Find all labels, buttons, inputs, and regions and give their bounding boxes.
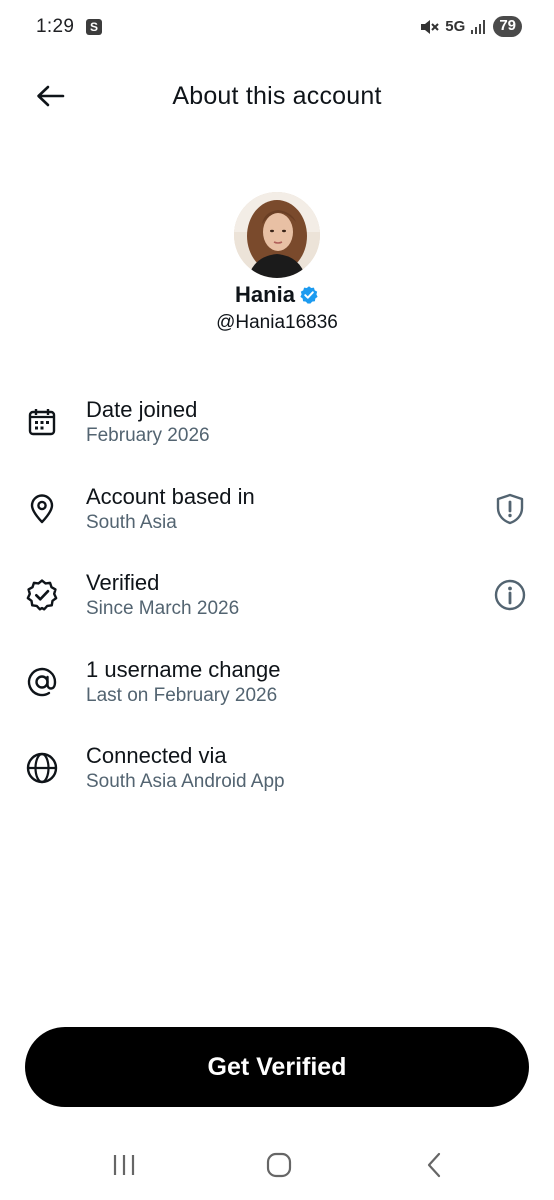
calendar-icon	[24, 404, 60, 440]
profile-handle: @Hania16836	[216, 312, 338, 333]
info-text: 1 username change Last on February 2026	[86, 656, 280, 708]
status-indicators: 5G 79	[419, 16, 522, 37]
avatar-image	[234, 192, 320, 278]
account-info-list: Date joined February 2026 Account based …	[0, 392, 554, 825]
mute-icon	[419, 18, 440, 36]
info-row-connected-via: Connected via South Asia Android App	[0, 738, 554, 825]
info-title: Verified	[86, 570, 160, 595]
info-icon[interactable]	[492, 577, 528, 613]
info-subtitle: South Asia	[86, 511, 177, 533]
status-time: 1:29	[36, 16, 75, 37]
info-row-username-change: 1 username change Last on February 2026	[0, 652, 554, 739]
info-title: Date joined	[86, 397, 198, 422]
info-text: Verified Since March 2026	[86, 569, 239, 621]
status-bar: 1:29 S 5G 79	[0, 0, 554, 56]
recents-icon[interactable]	[94, 1148, 154, 1182]
info-subtitle: February 2026	[86, 425, 210, 446]
info-row-date-joined: Date joined February 2026	[0, 392, 554, 479]
verified-seal-icon	[24, 577, 60, 613]
info-text: Account based in South Asia	[86, 483, 255, 535]
info-text: Connected via South Asia Android App	[86, 742, 285, 794]
shield-alert-icon[interactable]	[492, 491, 528, 527]
info-subtitle: Last on February 2026	[86, 684, 278, 706]
header: About this account	[0, 56, 554, 136]
info-title: Account based in	[86, 483, 255, 509]
profile-summary: Hania @Hania16836	[0, 192, 554, 334]
info-row-account-based-in: Account based in South Asia	[0, 479, 554, 566]
avatar[interactable]	[234, 192, 320, 278]
system-nav-bar	[0, 1130, 554, 1200]
verified-badge-icon	[299, 285, 319, 305]
info-title: Connected via	[86, 743, 227, 768]
home-icon[interactable]	[249, 1148, 309, 1182]
globe-icon	[24, 750, 60, 786]
info-subtitle: Since March 2026	[86, 598, 240, 619]
battery-indicator: 79	[493, 16, 522, 37]
back-icon[interactable]	[404, 1148, 464, 1182]
profile-name: Hania	[235, 282, 295, 307]
network-label: 5G	[445, 18, 466, 35]
app-notification-icon: S	[86, 19, 102, 35]
info-row-verified: Verified Since March 2026	[0, 565, 554, 652]
location-pin-icon	[24, 491, 60, 527]
info-text: Date joined February 2026	[86, 396, 210, 448]
info-subtitle: South Asia Android App	[86, 771, 285, 792]
signal-icon	[471, 19, 486, 34]
profile-name-row: Hania	[0, 282, 554, 308]
at-sign-icon	[24, 664, 60, 700]
page-title: About this account	[172, 82, 382, 110]
info-title: 1 username change	[86, 656, 281, 682]
get-verified-button[interactable]: Get Verified	[25, 1027, 529, 1107]
